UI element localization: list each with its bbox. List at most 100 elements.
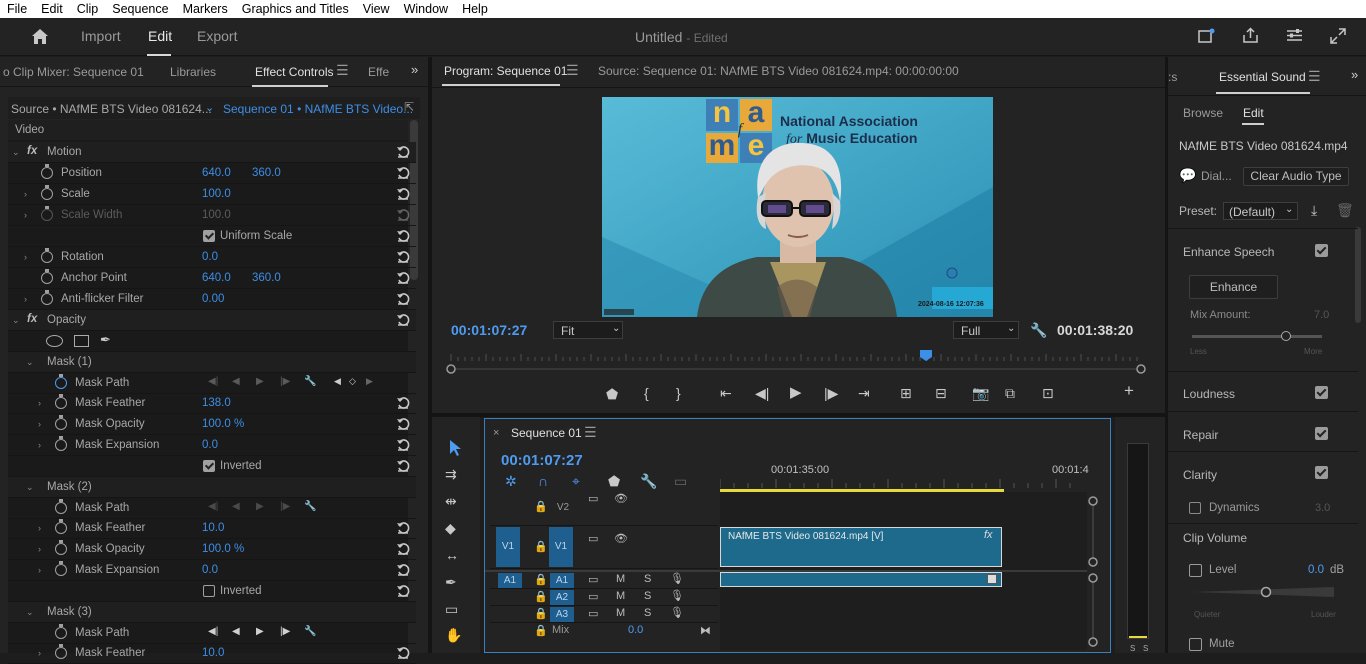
stopwatch-icon[interactable] bbox=[55, 394, 67, 409]
lock-icon[interactable]: 🔒 bbox=[534, 540, 548, 553]
full-screen-icon[interactable] bbox=[1330, 28, 1346, 44]
pin-icon[interactable]: ⇱ bbox=[404, 100, 414, 114]
step-forward-icon[interactable]: |▶ bbox=[824, 386, 838, 400]
export-frame-icon[interactable]: 📷 bbox=[972, 386, 989, 400]
workspace-import[interactable]: Import bbox=[81, 28, 121, 44]
button-editor-icon[interactable]: + bbox=[1124, 382, 1134, 399]
source-patch-v1[interactable]: V1 bbox=[496, 527, 520, 567]
disclosure-triangle-icon[interactable]: ⌄ bbox=[26, 358, 34, 367]
program-playhead-timecode[interactable]: 00:01:07:27 bbox=[451, 322, 527, 338]
level-slider[interactable] bbox=[1194, 585, 1339, 599]
razor-tool-icon[interactable]: ◆ bbox=[445, 521, 456, 535]
disclosure-triangle-icon[interactable]: › bbox=[38, 420, 46, 429]
reset-icon[interactable] bbox=[396, 145, 410, 159]
es-panel-menu-icon[interactable]: ☰ bbox=[1308, 68, 1321, 85]
playback-resolution-dropdown[interactable]: Full ⌄ bbox=[953, 321, 1019, 339]
property-value[interactable]: 10.0 bbox=[202, 522, 224, 534]
property-value[interactable]: 138.0 bbox=[202, 397, 231, 409]
reset-icon[interactable] bbox=[396, 271, 410, 285]
panel-menu-icon[interactable]: ☰ bbox=[336, 62, 349, 79]
save-preset-icon[interactable]: ⤓ bbox=[1311, 202, 1317, 219]
quick-export-icon[interactable] bbox=[1198, 28, 1216, 44]
workspaces-menu-icon[interactable] bbox=[1286, 28, 1303, 43]
mask-track-control-icon[interactable]: |▶ bbox=[280, 626, 290, 637]
es-tab-browse[interactable]: Browse bbox=[1183, 106, 1223, 120]
panel-divider[interactable] bbox=[1165, 57, 1168, 653]
keyframe-icon[interactable]: ◇ bbox=[349, 376, 356, 387]
property-value[interactable]: 100.0 % bbox=[202, 418, 244, 430]
reset-icon[interactable] bbox=[396, 459, 410, 473]
mask-track-control-icon[interactable]: |▶ bbox=[280, 376, 290, 387]
property-value[interactable]: 100.0 % bbox=[202, 543, 244, 555]
stopwatch-icon[interactable] bbox=[55, 374, 67, 389]
lock-icon[interactable]: 🔒 bbox=[534, 590, 548, 603]
fx-badge[interactable]: fx bbox=[27, 313, 37, 325]
audio-clip[interactable] bbox=[720, 572, 1002, 587]
go-to-out-icon[interactable]: ⇥ bbox=[858, 386, 870, 400]
more-tabs-icon[interactable]: » bbox=[411, 62, 418, 77]
reset-icon[interactable] bbox=[396, 166, 410, 180]
stopwatch-icon[interactable] bbox=[55, 561, 67, 576]
wrench-icon[interactable]: 🔧 bbox=[1030, 322, 1047, 339]
dynamics-checkbox[interactable] bbox=[1189, 502, 1201, 514]
track-a1-label[interactable]: A1 bbox=[550, 573, 574, 588]
menu-window[interactable]: Window bbox=[397, 2, 455, 16]
workspace-edit[interactable]: Edit bbox=[148, 28, 172, 44]
timeline-playhead-timecode[interactable]: 00:01:07:27 bbox=[501, 452, 583, 469]
microphone-icon[interactable]: 🎙 bbox=[670, 589, 684, 602]
menu-file[interactable]: File bbox=[0, 2, 34, 16]
rectangle-mask-icon[interactable] bbox=[74, 335, 89, 347]
stopwatch-icon[interactable] bbox=[55, 415, 67, 430]
mask-track-control-icon[interactable]: ◀| bbox=[208, 501, 218, 512]
repair-section[interactable]: Repair bbox=[1168, 411, 1358, 451]
mask-track-control-icon[interactable]: 🔧 bbox=[304, 376, 316, 387]
mix-amount-slider-thumb[interactable] bbox=[1281, 331, 1291, 341]
home-icon[interactable] bbox=[31, 28, 49, 45]
lock-icon[interactable]: 🔒 bbox=[534, 607, 548, 620]
ellipse-mask-icon[interactable] bbox=[46, 335, 63, 347]
solo-left-button[interactable]: S bbox=[1130, 644, 1135, 653]
checkbox[interactable] bbox=[203, 585, 215, 597]
reset-icon[interactable] bbox=[396, 396, 410, 410]
reset-icon[interactable] bbox=[396, 208, 410, 222]
stopwatch-icon[interactable] bbox=[41, 248, 53, 263]
property-value[interactable]: 100.0 bbox=[202, 209, 231, 221]
more-tabs-icon[interactable]: » bbox=[1351, 67, 1358, 82]
level-checkbox[interactable] bbox=[1189, 564, 1202, 577]
play-icon[interactable]: ▶ bbox=[790, 385, 802, 400]
reset-icon[interactable] bbox=[396, 521, 410, 535]
panel-divider[interactable] bbox=[428, 57, 432, 653]
disclosure-triangle-icon[interactable]: › bbox=[38, 399, 46, 408]
go-to-in-icon[interactable]: ⇤ bbox=[720, 386, 732, 400]
menu-markers[interactable]: Markers bbox=[176, 2, 235, 16]
eye-icon[interactable]: 👁 bbox=[614, 532, 628, 545]
reset-icon[interactable] bbox=[396, 584, 410, 598]
mask-track-control-icon[interactable]: |▶ bbox=[280, 501, 290, 512]
delete-preset-icon[interactable]: 🗑 bbox=[1336, 202, 1354, 219]
loudness-section[interactable]: Loudness bbox=[1168, 371, 1358, 411]
menu-sequence[interactable]: Sequence bbox=[105, 2, 175, 16]
source-patch-a1[interactable]: A1 bbox=[498, 573, 522, 588]
nest-icon[interactable]: ✲ bbox=[505, 474, 517, 488]
repair-checkbox[interactable] bbox=[1315, 427, 1328, 440]
mask-track-control-icon[interactable]: ◀ bbox=[232, 626, 240, 637]
solo-button[interactable]: S bbox=[644, 590, 651, 602]
prev-keyframe-icon[interactable]: ◀ bbox=[334, 376, 341, 387]
clarity-checkbox[interactable] bbox=[1315, 466, 1328, 479]
pen-tool-icon[interactable]: ✒ bbox=[445, 575, 457, 589]
fit-dropdown[interactable]: Fit ⌄ bbox=[553, 321, 623, 339]
reset-icon[interactable] bbox=[396, 438, 410, 452]
disclosure-triangle-icon[interactable]: ⌄ bbox=[12, 316, 20, 325]
disclosure-triangle-icon[interactable]: ⌄ bbox=[26, 608, 34, 617]
property-value-y[interactable]: 360.0 bbox=[252, 167, 281, 179]
share-icon[interactable] bbox=[1242, 27, 1259, 44]
linked-selection-icon[interactable]: ⌖ bbox=[572, 474, 580, 488]
mask-track-control-icon[interactable]: ▶ bbox=[256, 626, 264, 637]
tab-source-monitor[interactable]: Source: Sequence 01: NAfME BTS Video 081… bbox=[598, 64, 959, 78]
stopwatch-icon[interactable] bbox=[41, 164, 53, 179]
mask-track-control-icon[interactable]: ◀| bbox=[208, 626, 218, 637]
pen-mask-icon[interactable]: ✒ bbox=[100, 332, 111, 348]
stopwatch-icon[interactable] bbox=[55, 644, 67, 659]
mask-track-control-icon[interactable]: ▶ bbox=[256, 376, 264, 387]
close-tab-icon[interactable]: × bbox=[493, 427, 499, 439]
